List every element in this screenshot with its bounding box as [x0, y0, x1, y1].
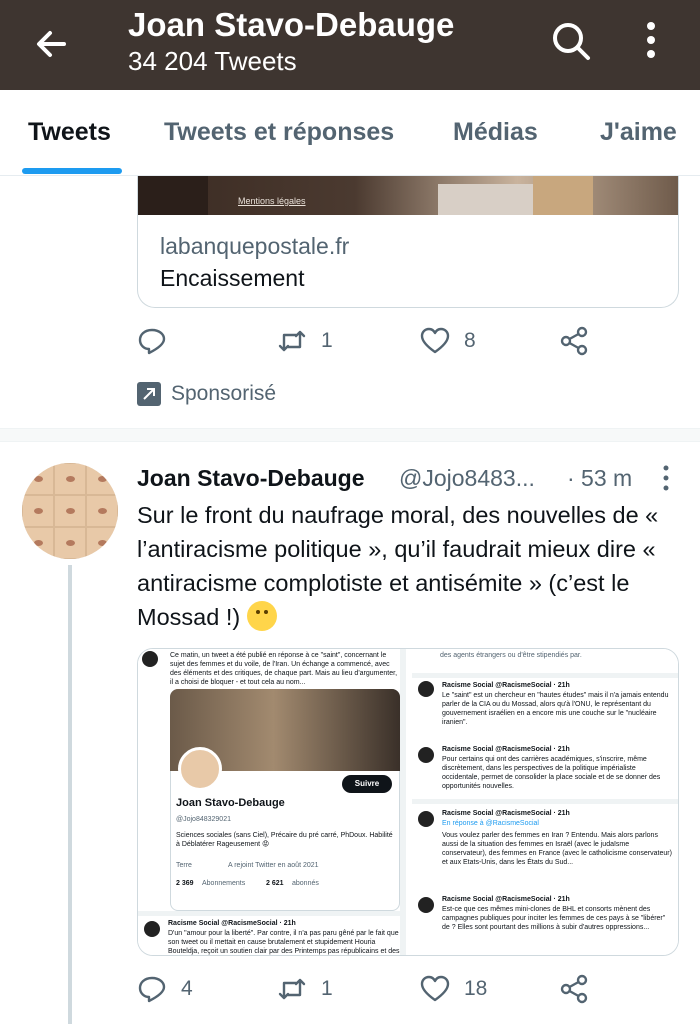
share-button[interactable]	[559, 326, 589, 356]
image-caption: Mentions légales	[238, 196, 306, 206]
sponsored-text: Sponsorisé	[171, 382, 277, 405]
reply-count: 4	[181, 977, 193, 1000]
screenshot-post-text: Pour certains qui ont des carrières acad…	[442, 756, 661, 790]
mini-avatar	[418, 681, 434, 697]
like-count: 18	[464, 977, 488, 1000]
mini-avatar	[418, 747, 434, 763]
screenshot-top-text: des agents étrangers ou d'être stipendié…	[440, 652, 582, 659]
retweet-count: 1	[321, 977, 333, 1000]
tweet-author-handle[interactable]: @Jojo8483...	[399, 465, 535, 492]
avatar[interactable]	[22, 463, 118, 559]
tweet-actions: 4 1 18	[137, 974, 677, 1014]
retweet-button[interactable]: 1	[277, 974, 333, 1004]
heart-icon	[420, 975, 450, 1002]
mini-avatar	[418, 811, 434, 827]
more-options-icon[interactable]	[636, 18, 666, 62]
screenshot-following-count: 2 369	[176, 880, 194, 887]
profile-name-title: Joan Stavo-Debauge	[128, 6, 455, 43]
retweet-icon	[278, 330, 306, 352]
reply-button[interactable]	[137, 326, 181, 356]
like-count: 8	[464, 329, 476, 352]
screenshot-reply-author: Racisme Social @RacismeSocial · 21h	[168, 920, 296, 927]
retweet-icon	[278, 978, 306, 1000]
tab-likes[interactable]: J'aime	[600, 118, 677, 147]
tweet-more-icon[interactable]	[661, 463, 671, 493]
promoted-arrow-icon	[137, 382, 161, 406]
tab-tweets-replies[interactable]: Tweets et réponses	[164, 118, 394, 147]
tweet-timestamp[interactable]: · 53 m	[567, 465, 632, 492]
tweet-author-name[interactable]: Joan Stavo-Debauge	[137, 465, 365, 492]
screenshot-intro-text: Ce matin, un tweet a été publié en répon…	[170, 652, 398, 686]
link-domain: labanquepostale.fr	[160, 233, 350, 259]
screenshot-followers-label: abonnés	[292, 880, 319, 887]
thread-line	[68, 565, 72, 1024]
like-button[interactable]: 18	[420, 974, 487, 1004]
mini-avatar	[144, 921, 160, 937]
screenshot-reply-text: D'un "amour pour la liberté". Par contre…	[168, 930, 400, 955]
screenshot-profile-avatar	[178, 747, 222, 791]
share-icon	[560, 974, 588, 1004]
tweet-count: 34 204 Tweets	[128, 46, 297, 76]
mini-avatar	[142, 651, 158, 667]
profile-tabs: Tweets Tweets et réponses Médias J'aime	[0, 90, 700, 176]
media-image-right[interactable]: des agents étrangers ou d'être stipendié…	[412, 649, 678, 955]
hugging-face-emoji-icon	[246, 601, 277, 631]
ad-actions: 1 8	[137, 326, 677, 366]
retweet-count: 1	[321, 329, 333, 352]
screenshot-profile-handle: @Jojo848329021	[176, 816, 231, 823]
link-preview-card[interactable]: Mentions légales labanquepostale.fr Enca…	[137, 176, 679, 308]
screenshot-reply-to: En réponse à @RacismeSocial	[442, 820, 539, 827]
back-arrow-icon[interactable]	[30, 22, 74, 66]
profile-header: Joan Stavo-Debauge 34 204 Tweets	[0, 0, 700, 90]
tab-media[interactable]: Médias	[453, 118, 538, 147]
search-icon[interactable]	[548, 18, 592, 62]
reply-icon	[138, 976, 166, 1003]
tweet-text: Sur le front du naufrage moral, des nouv…	[137, 498, 687, 634]
screenshot-post-text: Vous voulez parler des femmes en Iran ? …	[442, 832, 672, 866]
timeline-divider	[0, 428, 700, 442]
reply-button[interactable]: 4	[137, 974, 193, 1004]
screenshot-post-author: Racisme Social @RacismeSocial · 21h	[442, 746, 570, 753]
sponsored-label[interactable]: Sponsorisé	[137, 380, 276, 408]
screenshot-profile-bio: Sciences sociales (sans Ciel), Précaire …	[176, 832, 393, 848]
heart-icon	[420, 327, 450, 354]
link-title: Encaissement	[160, 265, 305, 291]
retweet-button[interactable]: 1	[277, 326, 333, 356]
tweet-header: Joan Stavo-Debauge @Jojo8483... · 53 m	[137, 465, 677, 497]
screenshot-post-text: Est-ce que ces mêmes mini-clones de BHL …	[442, 906, 666, 931]
mini-avatar	[418, 897, 434, 913]
media-image-left[interactable]: Ce matin, un tweet a été publié en répon…	[138, 649, 406, 955]
link-preview-image: Mentions légales	[138, 176, 678, 215]
tweet-media[interactable]: Ce matin, un tweet a été publié en répon…	[137, 648, 679, 956]
reply-icon	[138, 328, 166, 355]
screenshot-post-author: Racisme Social @RacismeSocial · 21h	[442, 810, 570, 817]
screenshot-post-author: Racisme Social @RacismeSocial · 21h	[442, 682, 570, 689]
share-icon	[560, 326, 588, 356]
tab-tweets[interactable]: Tweets	[28, 118, 111, 147]
screenshot-profile-name: Joan Stavo-Debauge	[176, 797, 285, 809]
screenshot-followers-count: 2 621	[266, 880, 284, 887]
like-button[interactable]: 8	[420, 326, 476, 356]
share-button[interactable]	[559, 974, 589, 1004]
screenshot-location: Terre	[176, 862, 192, 869]
screenshot-post-author: Racisme Social @RacismeSocial · 21h	[442, 896, 570, 903]
screenshot-post-text: Le "saint" est un chercheur en "hautes é…	[442, 692, 669, 726]
screenshot-following-label: Abonnements	[202, 880, 246, 887]
screenshot-follow-button: Suivre	[342, 775, 392, 793]
tweet-body: Sur le front du naufrage moral, des nouv…	[137, 502, 659, 630]
active-tab-indicator	[22, 168, 122, 174]
screenshot-joined: A rejoint Twitter en août 2021	[228, 862, 319, 869]
